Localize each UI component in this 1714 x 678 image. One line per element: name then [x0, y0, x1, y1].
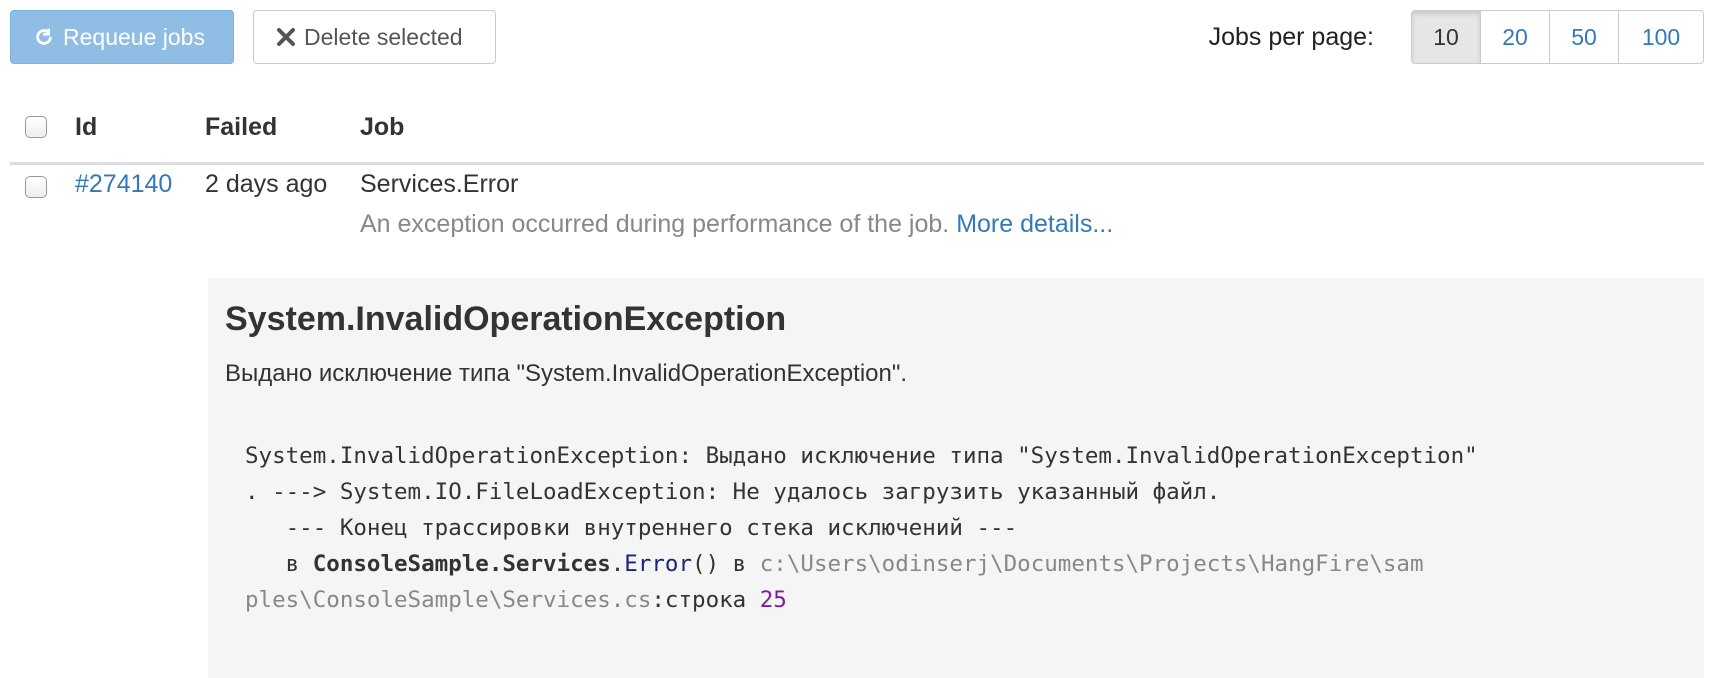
column-header-failed: Failed [205, 113, 278, 141]
page-size-20[interactable]: 20 [1480, 10, 1550, 64]
refresh-icon [36, 28, 52, 45]
trace-path-part-2: ples\ConsoleSample\Services.cs [245, 587, 652, 613]
trace-method: Error [624, 551, 693, 577]
requeue-jobs-button[interactable]: Requeue jobs [10, 10, 234, 64]
trace-class: ConsoleSample.Services [312, 551, 611, 577]
job-summary-text: An exception occurred during performance… [360, 210, 950, 238]
column-header-id: Id [75, 113, 98, 141]
stack-trace: System.InvalidOperationException: Выдано… [245, 438, 1685, 618]
column-header-job: Job [360, 113, 405, 141]
more-details-link[interactable]: More details... [956, 210, 1113, 238]
close-icon [277, 28, 295, 46]
trace-in: в [719, 551, 760, 577]
page-size-selector: 10 20 50 100 [1411, 10, 1704, 64]
job-summary: An exception occurred during performance… [360, 210, 1113, 239]
table-row: #274140 2 days ago Services.Error An exc… [10, 166, 1704, 246]
select-all-checkbox[interactable] [25, 116, 47, 138]
page-size-10[interactable]: 10 [1411, 10, 1481, 64]
delete-selected-button[interactable]: Delete selected [253, 10, 496, 64]
failed-time: 2 days ago [205, 170, 328, 198]
trace-line-3: --- Конец трассировки внутреннего стека … [245, 515, 1018, 541]
delete-selected-label: Delete selected [304, 23, 463, 50]
job-id-link[interactable]: #274140 [75, 170, 172, 199]
exception-type: System.InvalidOperationException [225, 300, 787, 338]
exception-message: Выдано исключение типа "System.InvalidOp… [225, 360, 908, 387]
trace-line-4: в ConsoleSample.Services.Error() в c:\Us… [245, 551, 1424, 577]
page-size-50[interactable]: 50 [1549, 10, 1619, 64]
table-header: Id Failed Job [10, 92, 1704, 165]
trace-line-1: System.InvalidOperationException: Выдано… [245, 443, 1478, 469]
requeue-jobs-label: Requeue jobs [63, 23, 205, 50]
trace-parens: () [692, 551, 720, 577]
trace-line-2: . ---> System.IO.FileLoadException: Не у… [245, 479, 1221, 505]
trace-line-sep: :строка [651, 587, 760, 613]
page-size-100[interactable]: 100 [1618, 10, 1704, 64]
trace-line-5: ples\ConsoleSample\Services.cs:строка 25 [245, 587, 787, 613]
job-name: Services.Error [360, 170, 519, 198]
trace-path-part-1: c:\Users\odinserj\Documents\Projects\Han… [759, 551, 1424, 577]
trace-at-prefix: в [245, 551, 313, 577]
trace-line-number: 25 [759, 587, 787, 613]
trace-dot: . [610, 551, 625, 577]
toolbar: Requeue jobs Delete selected Jobs per pa… [10, 10, 1704, 64]
exception-details: System.InvalidOperationException Выдано … [208, 278, 1704, 678]
row-select-checkbox[interactable] [25, 176, 47, 198]
jobs-per-page-label: Jobs per page: [1208, 23, 1374, 51]
